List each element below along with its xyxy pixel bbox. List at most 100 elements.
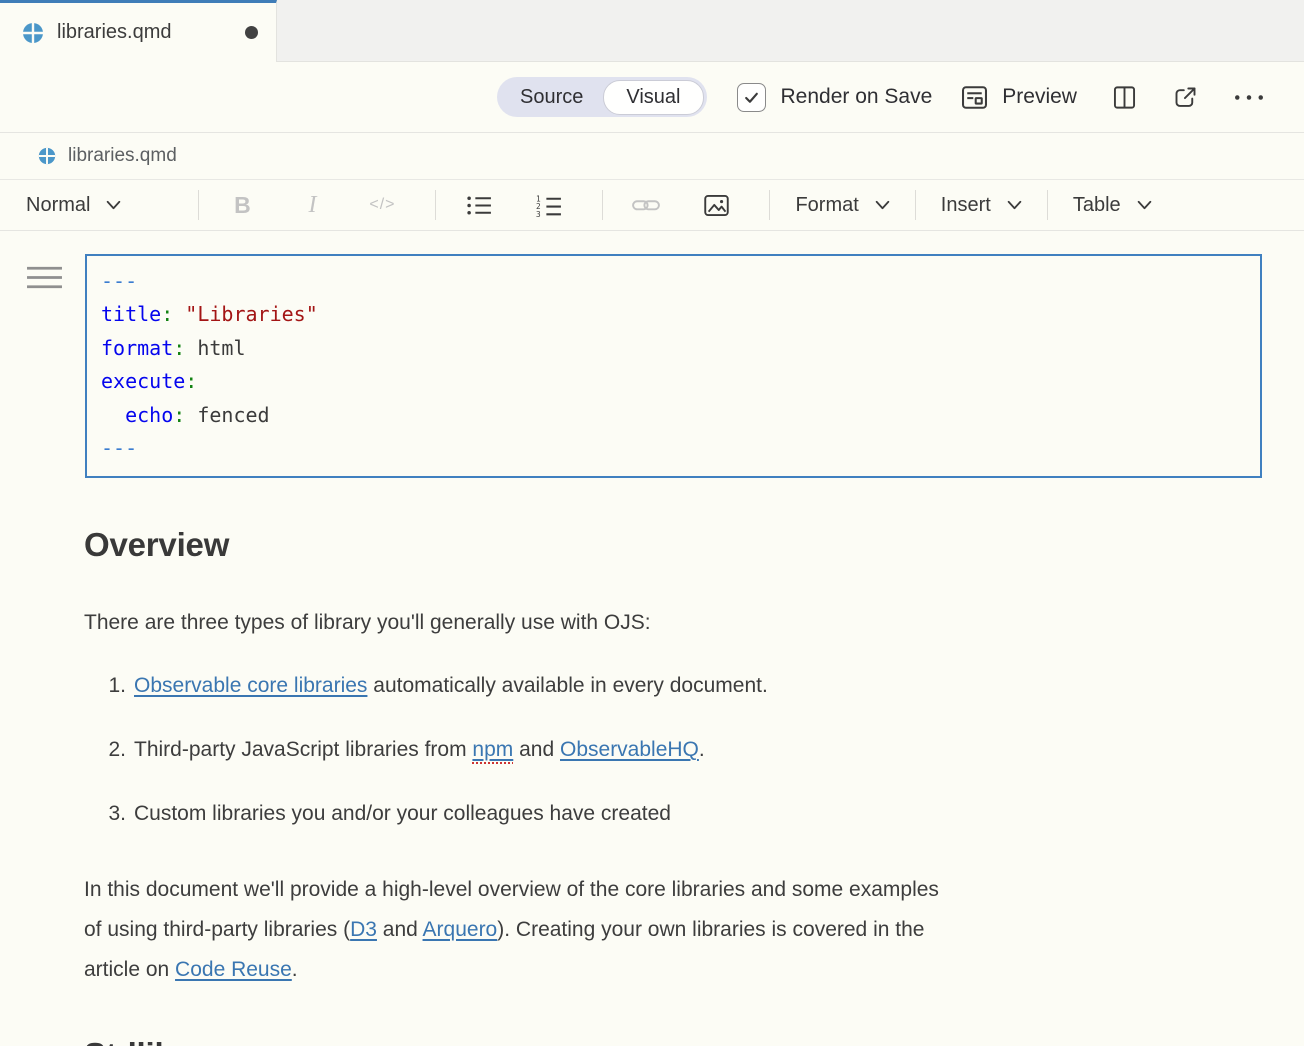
doc-link[interactable]: ObservableHQ	[560, 738, 699, 761]
bold-icon: B	[234, 192, 251, 219]
mode-toggle: Source Visual	[497, 77, 707, 117]
text-run: .	[699, 738, 705, 761]
text-run: of using third-party libraries (	[84, 918, 350, 941]
visual-editor-canvas: --- title:"Libraries" format:html execut…	[0, 231, 1304, 1046]
unsaved-changes-indicator[interactable]	[245, 26, 258, 39]
preview-icon	[960, 83, 989, 112]
tab-title: libraries.qmd	[57, 21, 232, 44]
doc-link[interactable]: Arquero	[423, 918, 498, 941]
link-button[interactable]	[624, 196, 668, 214]
yaml-fence: ---	[101, 436, 137, 460]
quarto-icon	[22, 22, 44, 44]
overview-heading: Overview	[84, 526, 1304, 564]
doc-link[interactable]: Code Reuse	[175, 958, 292, 981]
chevron-down-icon	[106, 200, 121, 210]
spellcheck-underline: npm	[472, 738, 513, 761]
paragraph-style-value: Normal	[26, 194, 90, 217]
render-on-save-checkbox[interactable]	[737, 83, 766, 112]
split-editor-button[interactable]	[1111, 84, 1138, 111]
closing-paragraph: In this document we'll provide a high-le…	[84, 870, 1304, 990]
yaml-colon: :	[185, 369, 197, 393]
text-run: automatically available in every documen…	[367, 674, 767, 697]
italic-button[interactable]: I	[290, 192, 334, 219]
yaml-front-matter-row: --- title:"Libraries" format:html execut…	[85, 254, 1262, 478]
preview-label: Preview	[1002, 85, 1077, 109]
yaml-front-matter-block[interactable]: --- title:"Libraries" format:html execut…	[85, 254, 1262, 478]
text-run: ). Creating your own libraries is covere…	[497, 918, 924, 941]
paragraph-style-dropdown[interactable]: Normal	[22, 194, 125, 217]
visual-mode-button[interactable]: Visual	[603, 80, 703, 115]
chevron-down-icon	[1007, 200, 1022, 210]
yaml-value: fenced	[185, 403, 269, 427]
toolbar-divider	[915, 190, 916, 220]
block-options-button[interactable]	[26, 264, 63, 291]
table-menu[interactable]: Table	[1069, 194, 1156, 217]
yaml-colon: :	[161, 302, 173, 326]
breadcrumb-file-name: libraries.qmd	[68, 145, 177, 167]
list-item: 2. Third-party JavaScript libraries from…	[84, 738, 1304, 762]
open-external-button[interactable]	[1172, 84, 1199, 111]
list-item-text: Observable core libraries automatically …	[134, 674, 768, 698]
toolbar-divider	[769, 190, 770, 220]
toolbar-divider	[1047, 190, 1048, 220]
preview-button[interactable]: Preview	[960, 83, 1077, 112]
list-item-marker: 2.	[84, 738, 126, 762]
code-icon: </>	[369, 196, 395, 214]
yaml-colon: :	[173, 403, 185, 427]
inline-code-button[interactable]: </>	[360, 196, 404, 214]
quarto-icon	[38, 147, 56, 165]
format-menu-label: Format	[795, 194, 858, 217]
format-menu[interactable]: Format	[791, 194, 893, 217]
yaml-key: execute	[101, 369, 185, 393]
yaml-colon: :	[173, 336, 185, 360]
text-run: and	[377, 918, 423, 941]
bullet-list-button[interactable]	[457, 194, 501, 217]
doc-link[interactable]: npm	[472, 738, 513, 761]
ellipsis-icon	[1233, 93, 1265, 102]
more-actions-button[interactable]	[1233, 93, 1265, 102]
italic-icon: I	[308, 192, 316, 219]
toolbar-divider	[435, 190, 436, 220]
text-run: and	[513, 738, 560, 761]
format-toolbar: Normal B I </> 123 Format Insert	[0, 180, 1304, 231]
yaml-fence: ---	[101, 269, 137, 293]
intro-paragraph: There are three types of library you'll …	[84, 609, 1304, 636]
numbered-list-icon: 123	[536, 194, 563, 217]
doc-link[interactable]: Observable core libraries	[134, 674, 367, 697]
toolbar-divider	[602, 190, 603, 220]
bullet-list-icon	[466, 194, 493, 217]
split-editor-icon	[1111, 84, 1138, 111]
insert-menu[interactable]: Insert	[937, 194, 1026, 217]
render-on-save-label: Render on Save	[781, 85, 933, 109]
chevron-down-icon	[875, 200, 890, 210]
render-on-save-control[interactable]: Render on Save	[737, 83, 933, 112]
text-run: .	[292, 958, 298, 981]
image-icon	[703, 193, 730, 218]
yaml-key: title	[101, 302, 161, 326]
list-item: 1. Observable core libraries automatical…	[84, 674, 1304, 698]
yaml-key: format	[101, 336, 173, 360]
text-run: article on	[84, 958, 175, 981]
numbered-list-button[interactable]: 123	[527, 194, 571, 217]
checkmark-icon	[743, 89, 760, 106]
paragraph-line: article on Code Reuse.	[84, 950, 1304, 990]
table-menu-label: Table	[1073, 194, 1121, 217]
bold-button[interactable]: B	[220, 192, 264, 219]
hamburger-icon	[26, 264, 63, 291]
svg-text:3: 3	[536, 209, 541, 216]
tab-bar-empty-area	[277, 0, 1304, 62]
breadcrumb[interactable]: libraries.qmd	[0, 133, 1304, 180]
doc-link[interactable]: D3	[350, 918, 377, 941]
source-mode-button[interactable]: Source	[500, 81, 603, 114]
image-button[interactable]	[694, 193, 738, 218]
yaml-value: "Libraries"	[173, 302, 317, 326]
paragraph-line: In this document we'll provide a high-le…	[84, 870, 1304, 910]
paragraph-line: of using third-party libraries (D3 and A…	[84, 910, 1304, 950]
yaml-key: echo	[125, 403, 173, 427]
stdlib-heading: Stdlib	[84, 1036, 1304, 1046]
text-run: In this document we'll provide a high-le…	[84, 878, 939, 901]
open-external-icon	[1172, 84, 1199, 111]
tab-libraries-qmd[interactable]: libraries.qmd	[0, 0, 277, 62]
chevron-down-icon	[1137, 200, 1152, 210]
insert-menu-label: Insert	[941, 194, 991, 217]
